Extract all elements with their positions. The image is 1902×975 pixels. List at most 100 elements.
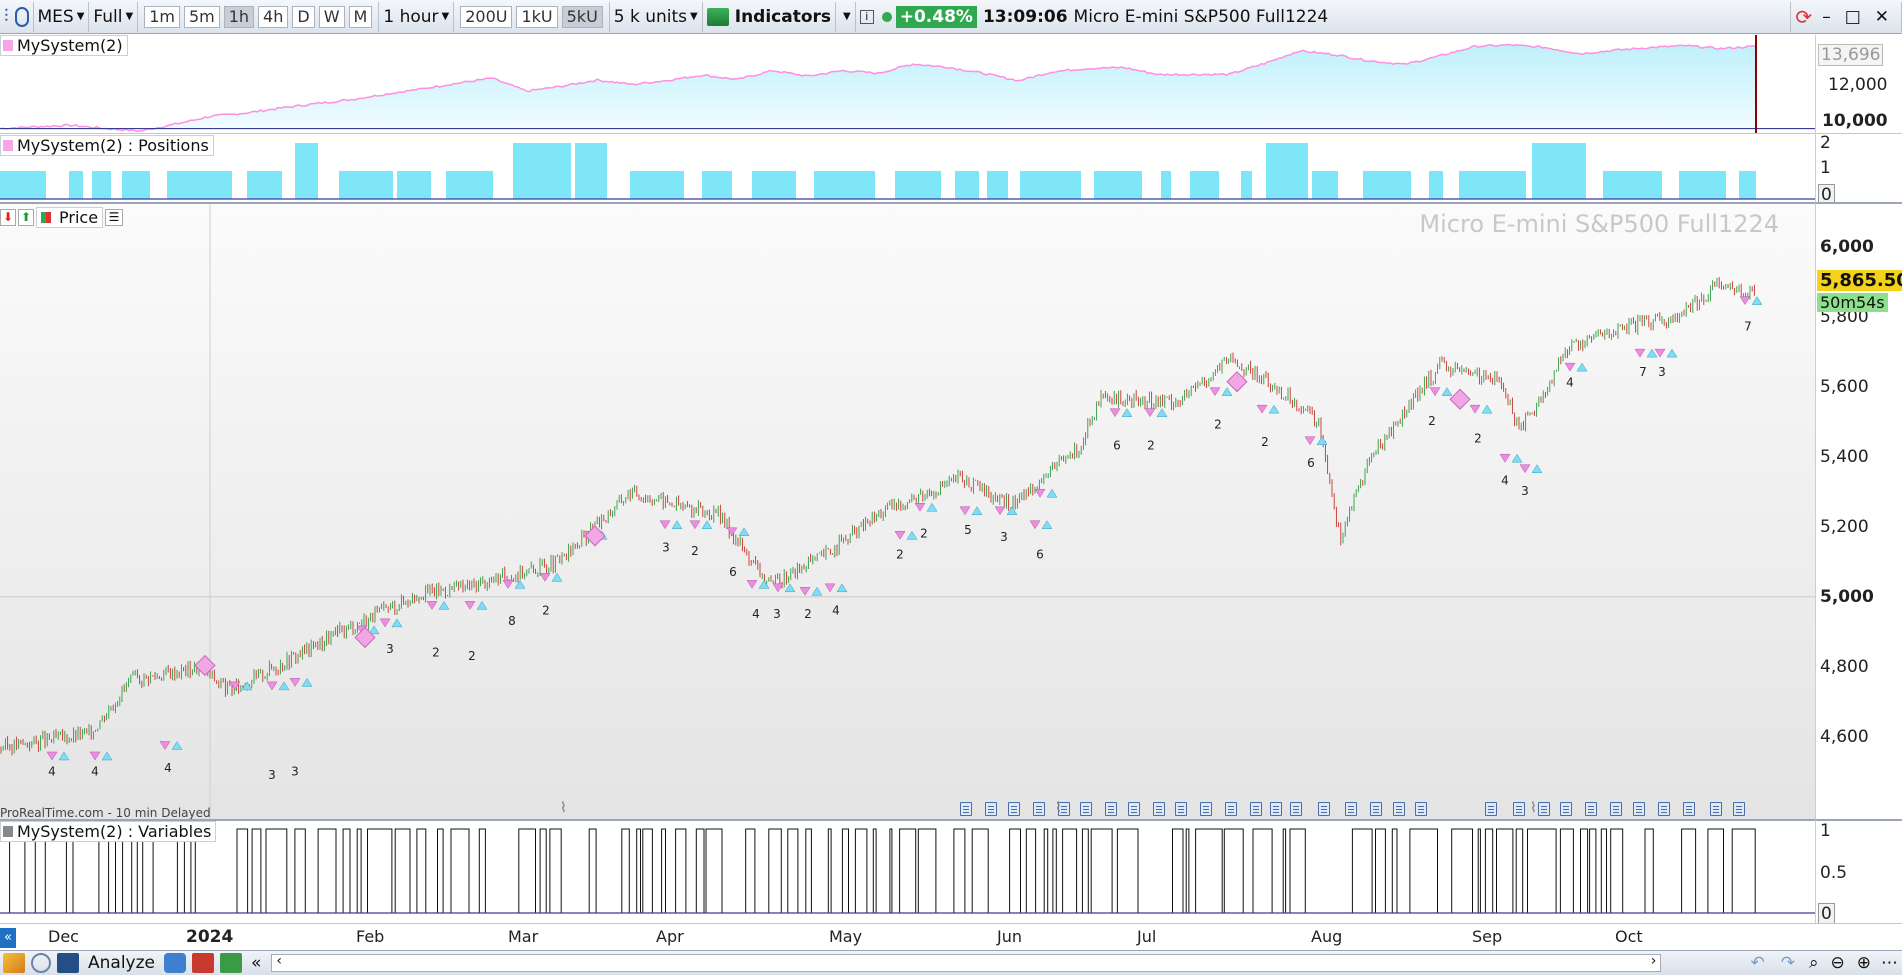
- interval-selector[interactable]: 1 hour ▼: [379, 1, 455, 32]
- annotation-icon[interactable]: ⌇: [1530, 800, 1537, 816]
- zoom-fit-icon[interactable]: ⌕: [1809, 953, 1819, 973]
- symbol-selector[interactable]: MES ▼: [34, 1, 90, 32]
- trade-report-icon[interactable]: [1250, 802, 1262, 816]
- share-icon[interactable]: [31, 953, 51, 973]
- positions-panel-title[interactable]: MySystem(2) : Positions: [0, 135, 214, 156]
- trade-report-icon[interactable]: [1345, 802, 1357, 816]
- trade-report-icon[interactable]: [1683, 802, 1695, 816]
- trade-report-icon[interactable]: [1175, 802, 1187, 816]
- trade-report-icon[interactable]: [1290, 802, 1302, 816]
- sync-icon[interactable]: ⟳: [1795, 5, 1812, 29]
- zoom-out-icon[interactable]: ⊖: [1831, 953, 1845, 973]
- equity-panel-title[interactable]: MySystem(2): [0, 35, 128, 56]
- trade-report-icon[interactable]: [1033, 802, 1045, 816]
- position-bar: [1679, 171, 1726, 199]
- trade-report-icon[interactable]: [1633, 802, 1645, 816]
- chat-icon[interactable]: [164, 953, 186, 973]
- analyze-button[interactable]: Analyze: [88, 953, 155, 973]
- timeframe-button-M[interactable]: M: [348, 5, 373, 28]
- position-bar: [513, 143, 571, 199]
- list-icon[interactable]: ☰: [105, 209, 124, 226]
- minimize-icon[interactable]: –: [1822, 7, 1831, 27]
- buy-marker: [836, 583, 848, 593]
- positions-y-axis[interactable]: 2 1 0: [1815, 133, 1902, 206]
- trade-report-icon[interactable]: [1710, 802, 1722, 816]
- trade-report-icon[interactable]: [1370, 802, 1382, 816]
- report-icon[interactable]: [192, 953, 214, 973]
- maximize-icon[interactable]: □: [1845, 7, 1861, 27]
- unit-button-5kU[interactable]: 5kU: [561, 5, 603, 28]
- trade-report-icon[interactable]: [1658, 802, 1670, 816]
- close-icon[interactable]: ✕: [1875, 7, 1889, 27]
- chart-style-button[interactable]: ⫶: [0, 1, 34, 32]
- trade-report-icon[interactable]: [985, 802, 997, 816]
- trade-report-icon[interactable]: [1153, 802, 1165, 816]
- trade-count-label: 3: [386, 642, 394, 656]
- price-panel-title[interactable]: Price: [36, 207, 104, 228]
- variables-panel-title[interactable]: MySystem(2) : Variables: [0, 821, 217, 842]
- time-axis[interactable]: « Dec 2024 Feb Mar Apr May Jun Jul Aug Sep Oct: [0, 923, 1902, 950]
- trade-report-icon[interactable]: [1105, 802, 1117, 816]
- timeframe-button-W[interactable]: W: [318, 5, 345, 28]
- series-color-icon: [3, 826, 13, 837]
- scroll-right-arrow-icon[interactable]: ›: [1651, 953, 1657, 969]
- undo-icon[interactable]: ↶: [1750, 953, 1764, 973]
- trade-report-icon[interactable]: [1485, 802, 1497, 816]
- collapse-icon[interactable]: «: [251, 953, 261, 973]
- scroll-left-icon[interactable]: «: [0, 928, 16, 948]
- timeframe-button-1h[interactable]: 1h: [223, 5, 255, 28]
- variables-y-axis[interactable]: 1 0.5 0: [1815, 819, 1902, 925]
- backtest-icon[interactable]: [220, 953, 242, 973]
- annotation-icon[interactable]: ⌇: [1055, 800, 1062, 816]
- buy-arrow-icon[interactable]: ⬆: [18, 209, 34, 226]
- indicators-button[interactable]: Indicators: [703, 1, 837, 32]
- unit-button-1kU[interactable]: 1kU: [516, 5, 558, 28]
- trade-report-icon[interactable]: [1200, 802, 1212, 816]
- timeframe-button-1m[interactable]: 1m: [144, 5, 180, 28]
- trade-count-label: 2: [1474, 432, 1482, 446]
- indicators-dropdown[interactable]: ▼: [836, 1, 856, 32]
- trade-report-icon[interactable]: [1610, 802, 1622, 816]
- trade-report-icon[interactable]: [1560, 802, 1572, 816]
- units-selector[interactable]: 5 k units ▼: [610, 1, 703, 32]
- trade-report-icon[interactable]: [1393, 802, 1405, 816]
- unit-button-200U[interactable]: 200U: [460, 5, 513, 28]
- trade-report-icon[interactable]: [1415, 802, 1427, 816]
- trade-report-icon[interactable]: [1318, 802, 1330, 816]
- positions-tick: 1: [1820, 158, 1831, 178]
- equity-y-axis[interactable]: 13,696 12,000 10,000: [1815, 35, 1902, 133]
- timeframe-button-D[interactable]: D: [292, 5, 315, 28]
- info-icon[interactable]: i: [859, 9, 874, 24]
- price-panel: 44433322823264324225366222622434737 ⬇ ⬆ …: [0, 202, 1815, 820]
- buy-marker: [971, 506, 983, 516]
- portfolio-icon[interactable]: [57, 953, 79, 973]
- sell-arrow-icon[interactable]: ⬇: [0, 209, 16, 226]
- annotation-icon[interactable]: ⌇: [560, 800, 567, 816]
- trade-report-icon[interactable]: [1008, 802, 1020, 816]
- trade-report-icon[interactable]: [1128, 802, 1140, 816]
- trade-report-icon[interactable]: [1080, 802, 1092, 816]
- horizontal-scrollbar[interactable]: ‹ ›: [271, 953, 1662, 972]
- price-y-axis[interactable]: 6,000 5,800 5,600 5,400 5,200 5,000 4,800 4,600…: [1815, 202, 1902, 819]
- timeframe-button-5m[interactable]: 5m: [183, 5, 220, 28]
- trade-report-icon[interactable]: [1585, 802, 1597, 816]
- trade-count-label: 6: [1036, 547, 1044, 561]
- trade-report-icon[interactable]: [1538, 802, 1550, 816]
- trade-report-icon[interactable]: [1270, 802, 1282, 816]
- timeframe-button-4h[interactable]: 4h: [258, 5, 289, 28]
- buy-marker: [1576, 362, 1588, 372]
- position-bar: [1363, 171, 1411, 199]
- trade-report-icon[interactable]: [960, 802, 972, 816]
- grid-icon[interactable]: ⋯: [1881, 953, 1898, 973]
- redo-icon[interactable]: ↷: [1781, 953, 1795, 973]
- unit-buttons: 200U 1kU 5kU: [454, 1, 610, 32]
- scroll-left-arrow-icon[interactable]: ‹: [276, 953, 282, 969]
- trade-report-icon[interactable]: [1225, 802, 1237, 816]
- cursor-icon[interactable]: [14, 6, 29, 27]
- zoom-in-icon[interactable]: ⊕: [1857, 953, 1871, 973]
- trade-report-icon[interactable]: [1513, 802, 1525, 816]
- drawing-pencil-icon[interactable]: [3, 953, 25, 973]
- view-mode-selector[interactable]: Full ▼: [89, 1, 139, 32]
- position-bar: [0, 171, 46, 199]
- trade-report-icon[interactable]: [1733, 802, 1745, 816]
